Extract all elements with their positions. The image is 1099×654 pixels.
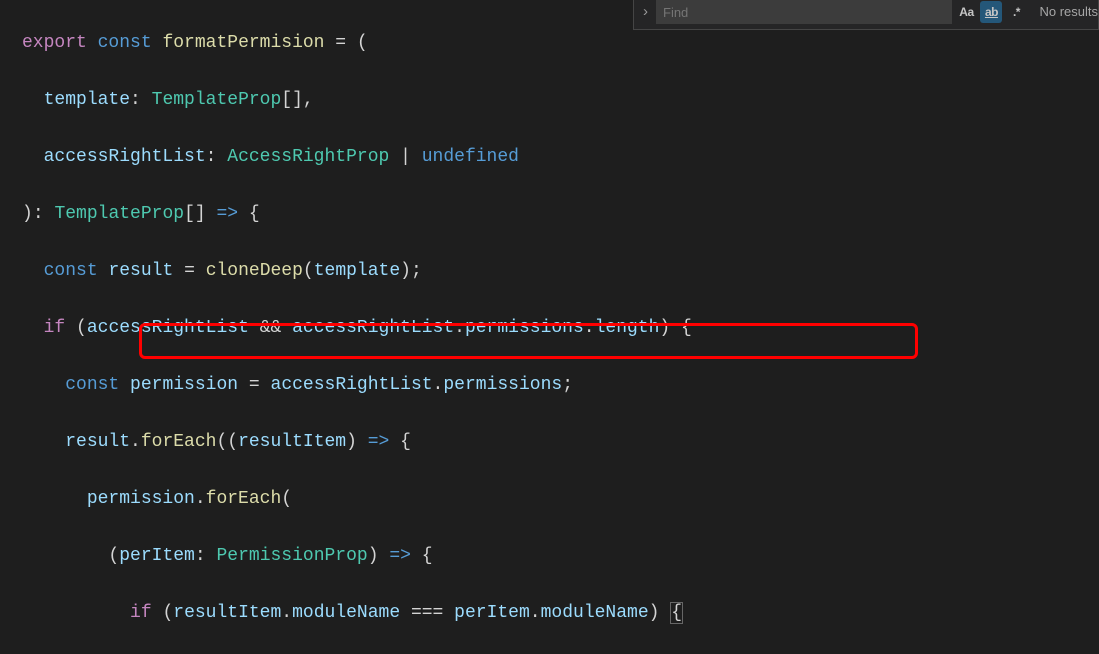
code-line: template: TemplateProp[],	[22, 86, 1099, 115]
code-line: export const formatPermision = (	[22, 29, 1099, 58]
code-line: permission.forEach(	[22, 485, 1099, 514]
code-line: accessRightList: AccessRightProp | undef…	[22, 143, 1099, 172]
code-line: if (resultItem.moduleName === perItem.mo…	[22, 599, 1099, 628]
code-line: const permission = accessRightList.permi…	[22, 371, 1099, 400]
code-line: result.forEach((resultItem) => {	[22, 428, 1099, 457]
code-editor[interactable]: export const formatPermision = ( templat…	[0, 0, 1099, 654]
code-line: if (accessRightList && accessRightList.p…	[22, 314, 1099, 343]
code-line: const result = cloneDeep(template);	[22, 257, 1099, 286]
code-line: (perItem: PermissionProp) => {	[22, 542, 1099, 571]
code-line: ): TemplateProp[] => {	[22, 200, 1099, 229]
